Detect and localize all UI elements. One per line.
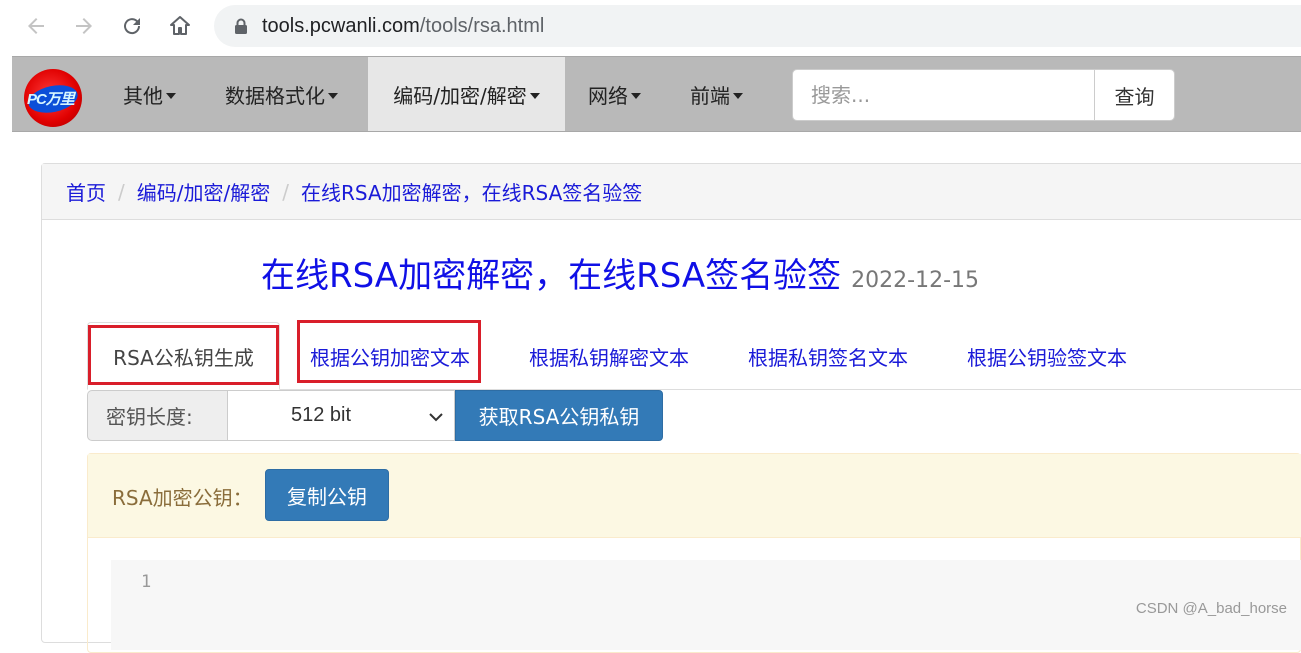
breadcrumb-home[interactable]: 首页 [66, 177, 106, 206]
breadcrumb: 首页 / 编码/加密/解密 / 在线RSA加密解密，在线RSA签名验签 [42, 164, 1301, 220]
page-date: 2022-12-15 [851, 268, 980, 293]
browser-toolbar: tools.pcwanli.com/tools/rsa.html [0, 0, 1301, 54]
page-title: 在线RSA加密解密，在线RSA签名验签 2022-12-15 [0, 248, 1240, 297]
copy-public-key-button[interactable]: 复制公钥 [265, 469, 389, 521]
page-title-text: 在线RSA加密解密，在线RSA签名验签 [260, 256, 842, 296]
forward-icon[interactable] [68, 10, 100, 42]
caret-down-icon [166, 92, 176, 99]
tab-bar: RSA公私钥生成 根据公钥加密文本 根据私钥解密文本 根据私钥签名文本 根据公钥… [87, 322, 1301, 390]
search-group: 查询 [792, 69, 1175, 121]
watermark: CSDN @A_bad_horse [1135, 600, 1287, 617]
key-length-label: 密钥长度: [87, 390, 227, 441]
key-length-group: 密钥长度: 512 bit 获取RSA公钥私钥 [87, 390, 663, 441]
back-icon[interactable] [20, 10, 52, 42]
tab-private-sign[interactable]: 根据私钥签名文本 [748, 322, 908, 390]
breadcrumb-current[interactable]: 在线RSA加密解密，在线RSA签名验签 [301, 177, 642, 206]
public-key-panel: RSA加密公钥： 复制公钥 1 [87, 453, 1301, 653]
tab-public-encrypt[interactable]: 根据公钥加密文本 [310, 322, 470, 390]
chevron-down-icon [428, 408, 444, 431]
menu-encoding[interactable]: 编码/加密/解密 [368, 57, 565, 131]
tab-keygen[interactable]: RSA公私钥生成 [87, 322, 280, 390]
search-input[interactable] [792, 69, 1095, 121]
key-length-select[interactable]: 512 bit [227, 390, 455, 441]
caret-down-icon [328, 92, 338, 99]
tab-public-verify[interactable]: 根据公钥验签文本 [967, 322, 1127, 390]
public-key-header: RSA加密公钥： 复制公钥 [88, 454, 1301, 538]
breadcrumb-separator: / [118, 179, 125, 204]
reload-icon[interactable] [116, 10, 148, 42]
caret-down-icon [529, 92, 540, 99]
home-icon[interactable] [164, 10, 196, 42]
public-key-label: RSA加密公钥： [112, 486, 253, 510]
site-logo[interactable]: PC万里 [24, 69, 82, 127]
generate-keys-button[interactable]: 获取RSA公钥私钥 [455, 390, 663, 441]
tab-private-decrypt[interactable]: 根据私钥解密文本 [529, 322, 689, 390]
breadcrumb-encoding[interactable]: 编码/加密/解密 [137, 177, 270, 206]
public-key-editor[interactable]: 1 [111, 560, 1301, 650]
line-number: 1 [141, 572, 152, 592]
caret-down-icon [631, 92, 641, 99]
menu-other[interactable]: 其他 [108, 57, 191, 131]
menu-network[interactable]: 网络 [573, 57, 656, 131]
search-button[interactable]: 查询 [1094, 69, 1175, 121]
breadcrumb-separator: / [282, 179, 289, 204]
url-text: tools.pcwanli.com/tools/rsa.html [262, 14, 545, 37]
menu-data-format[interactable]: 数据格式化 [210, 57, 353, 131]
caret-down-icon [733, 92, 743, 99]
lock-icon [234, 18, 248, 35]
site-navbar: PC万里 其他 数据格式化 编码/加密/解密 网络 前端 查询 [12, 56, 1301, 132]
address-bar[interactable]: tools.pcwanli.com/tools/rsa.html [214, 5, 1301, 47]
menu-frontend[interactable]: 前端 [675, 57, 758, 131]
